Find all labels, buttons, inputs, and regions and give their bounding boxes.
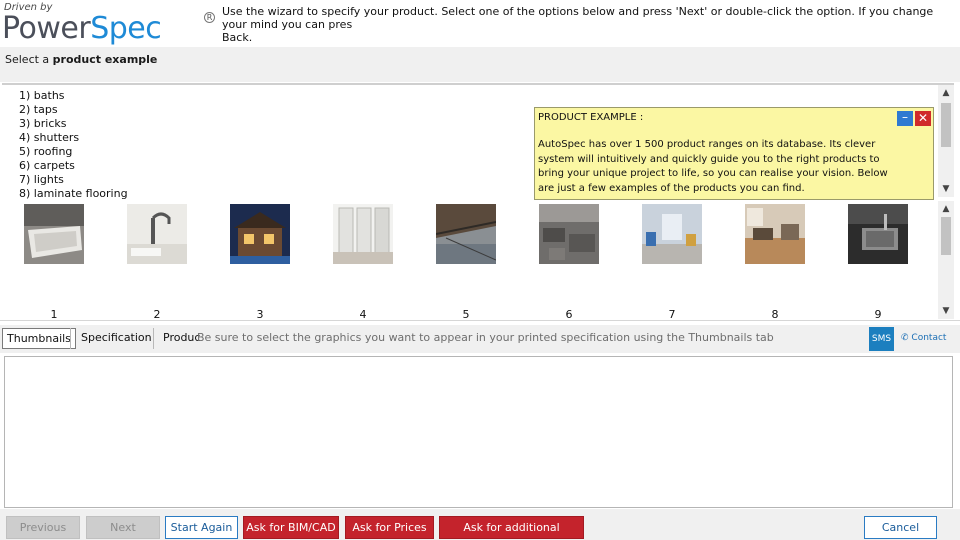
thumbnail-item[interactable]: 6: [539, 204, 599, 321]
scroll-up-icon[interactable]: ▲: [938, 201, 954, 217]
thumbnail-item[interactable]: 7: [642, 204, 702, 321]
scroll-down-icon[interactable]: ▼: [938, 303, 954, 319]
option-item[interactable]: 5) roofing: [19, 145, 128, 159]
scroll-up-icon[interactable]: ▲: [938, 85, 954, 101]
option-item[interactable]: 8) laminate flooring: [19, 187, 128, 199]
contact-link[interactable]: ✆ Contact: [901, 333, 946, 343]
contact-label: Contact: [911, 333, 947, 343]
close-button[interactable]: ✕: [915, 111, 931, 126]
tab-product[interactable]: Produc: [163, 331, 200, 344]
house-image: [230, 204, 290, 264]
product-example-popup: PRODUCT EXAMPLE : AutoSpec has over 1 50…: [534, 107, 934, 200]
thumbnails-hint: Be sure to select the graphics you want …: [197, 331, 774, 344]
thumbnail-item[interactable]: 8: [745, 204, 805, 321]
cancel-button[interactable]: Cancel: [864, 516, 937, 539]
carpet-image: [539, 204, 599, 264]
option-item[interactable]: 3) bricks: [19, 117, 128, 131]
phone-icon: ✆: [901, 333, 909, 343]
thumbnail-item[interactable]: 4: [333, 204, 393, 321]
ask-additional-products-button[interactable]: Ask for additional products: [439, 516, 584, 539]
thumbnail-item[interactable]: 5: [436, 204, 496, 321]
thumbnail-item[interactable]: 2: [127, 204, 187, 321]
previous-button[interactable]: Previous: [6, 516, 80, 539]
lights-image: [642, 204, 702, 264]
tab-separator: [70, 328, 71, 349]
ask-bim-cad-button[interactable]: Ask for BIM/CAD: [243, 516, 339, 539]
powerspec-logo: Driven by PowerSpec R: [2, 2, 216, 46]
select-bar: Select a product example: [0, 47, 960, 82]
sms-button[interactable]: SMS: [869, 327, 894, 351]
option-item[interactable]: 2) taps: [19, 103, 128, 117]
shutters-image: [333, 204, 393, 264]
next-button[interactable]: Next: [86, 516, 160, 539]
tab-thumbnails[interactable]: Thumbnails: [2, 328, 76, 349]
popup-body: AutoSpec has over 1 500 product ranges o…: [538, 139, 888, 194]
logo-wordmark: PowerSpec: [2, 11, 162, 46]
select-label: Select a product example: [5, 53, 158, 66]
start-again-button[interactable]: Start Again: [165, 516, 238, 539]
laminate-flooring-image: [745, 204, 805, 264]
divider: [0, 320, 960, 321]
specification-textarea[interactable]: [4, 356, 953, 508]
ask-prices-button[interactable]: Ask for Prices: [345, 516, 434, 539]
bath-image: [24, 204, 84, 264]
wizard-instructions: Use the wizard to specify your product. …: [222, 5, 934, 44]
thumbnail-item[interactable]: 3: [230, 204, 290, 321]
minimize-button[interactable]: –: [897, 111, 913, 126]
tap-image: [127, 204, 187, 264]
tab-separator: [153, 328, 154, 349]
roofing-image: [436, 204, 496, 264]
option-item[interactable]: 7) lights: [19, 173, 128, 187]
kitchen-sink-image: [848, 204, 908, 264]
thumbnail-strip: 1 2 3 4 5 6 7 8 9: [2, 201, 954, 321]
header: Driven by PowerSpec R Use the wizard to …: [0, 0, 960, 46]
scroll-thumb[interactable]: [941, 217, 951, 255]
thumbnail-item[interactable]: 9: [848, 204, 908, 321]
option-item[interactable]: 1) baths: [19, 89, 128, 103]
thumbnails-scrollbar[interactable]: ▲ ▼: [938, 201, 954, 319]
bottom-button-bar: Previous Next Start Again Ask for BIM/CA…: [0, 509, 960, 540]
registered-mark-icon: R: [204, 12, 215, 23]
options-scrollbar[interactable]: ▲ ▼: [938, 85, 954, 197]
scroll-thumb[interactable]: [941, 103, 951, 147]
popup-title: PRODUCT EXAMPLE :: [538, 112, 644, 123]
tab-specification[interactable]: Specification: [77, 328, 156, 349]
tab-bar: Thumbnails Specification Produc Be sure …: [0, 325, 960, 353]
option-item[interactable]: 4) shutters: [19, 131, 128, 145]
thumbnail-item[interactable]: 1: [24, 204, 84, 321]
scroll-down-icon[interactable]: ▼: [938, 181, 954, 197]
option-item[interactable]: 6) carpets: [19, 159, 128, 173]
